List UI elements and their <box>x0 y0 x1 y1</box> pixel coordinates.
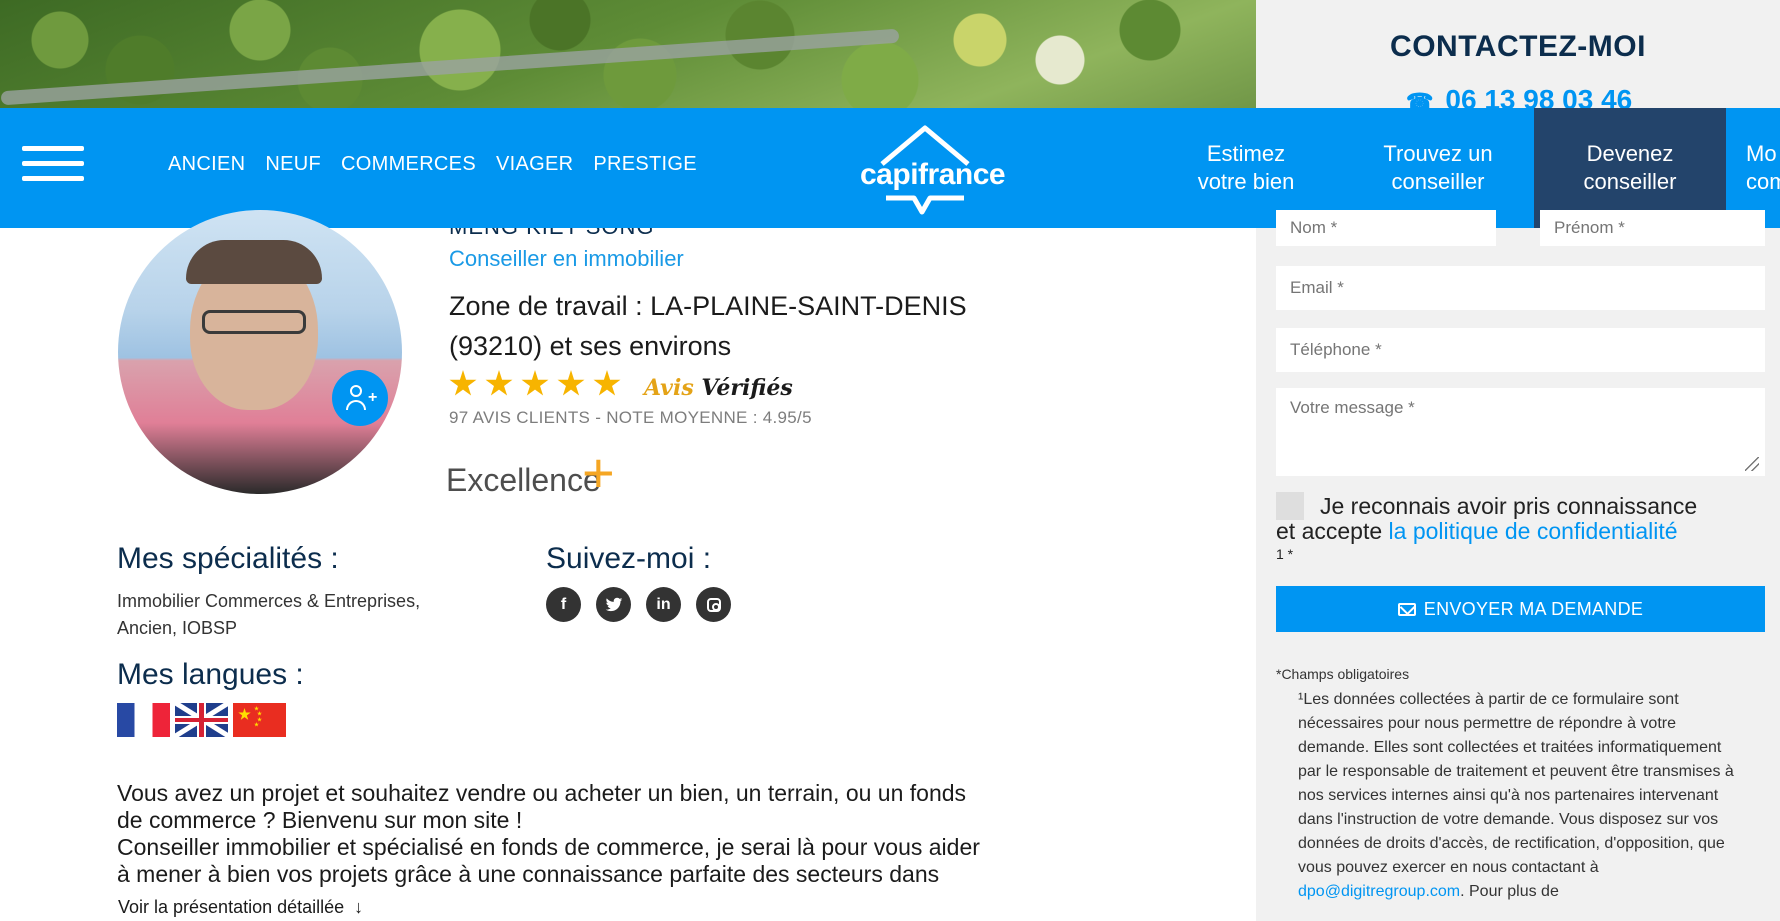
star-icon <box>593 370 621 396</box>
china-flag-icon <box>233 703 286 737</box>
intro-text: Vous avez un projet et souhaitez vendre … <box>117 780 980 887</box>
uk-flag-icon <box>175 703 228 737</box>
advisor-role: Conseiller en immobilier <box>449 246 684 271</box>
nav-link-viager[interactable]: VIAGER <box>496 153 573 176</box>
hamburger-menu-icon[interactable] <box>22 146 84 186</box>
nav-links: ANCIEN NEUF COMMERCES VIAGER PRESTIGE <box>168 153 697 176</box>
france-flag-icon <box>117 703 170 737</box>
star-icon <box>485 370 513 396</box>
star-icon <box>449 370 477 396</box>
verified-reviews-logo[interactable]: Avis Vérifiés <box>644 375 793 401</box>
star-icon <box>521 370 549 396</box>
phone-field[interactable] <box>1276 328 1765 372</box>
specialties-title: Mes spécialités : <box>117 542 339 575</box>
contact-title: CONTACTEZ-MOI <box>1390 30 1646 63</box>
consent-text: Je reconnais avoir pris connaissance <box>1320 493 1698 519</box>
resize-handle-icon[interactable] <box>1745 457 1759 471</box>
privacy-policy-link[interactable]: la politique de confidentialité <box>1389 518 1678 544</box>
social-links: f in <box>546 587 731 622</box>
facebook-icon[interactable]: f <box>546 587 581 622</box>
instagram-icon[interactable] <box>696 587 731 622</box>
follow-title: Suivez-moi : <box>546 542 712 575</box>
send-request-button[interactable]: ENVOYER MA DEMANDE <box>1276 586 1765 632</box>
send-request-label: ENVOYER MA DEMANDE <box>1423 598 1644 619</box>
work-zone: Zone de travail : LA-PLAINE-SAINT-DENIS … <box>449 291 967 361</box>
mandatory-note: *Champs obligatoires <box>1276 666 1410 682</box>
envelope-icon <box>1397 602 1416 616</box>
add-contact-icon[interactable]: + <box>332 370 388 426</box>
hero-road <box>0 28 900 106</box>
consent-checkbox[interactable] <box>1276 492 1304 520</box>
advisor-name: MENG KIET SONG <box>449 228 749 238</box>
consent-required-mark: 1 * <box>1276 546 1294 562</box>
prenom-field[interactable] <box>1540 210 1765 246</box>
advisor-avatar <box>118 210 402 494</box>
legal-notice: ¹Les données collectées à partir de ce f… <box>1298 691 1734 900</box>
language-flags <box>117 703 286 737</box>
nav-link-ancien[interactable]: ANCIEN <box>168 153 245 176</box>
dpo-email-link[interactable]: dpo@digitregroup.com <box>1298 883 1460 900</box>
rating-stars <box>449 370 621 398</box>
arrow-down-icon: ↓ <box>354 897 364 917</box>
languages-title: Mes langues : <box>117 658 304 691</box>
logo-text: capifrance <box>860 158 1006 191</box>
star-icon <box>557 370 585 396</box>
nom-field[interactable] <box>1276 210 1496 246</box>
linkedin-icon[interactable]: in <box>646 587 681 622</box>
detailed-presentation-link[interactable]: Voir la présentation détaillée ↓ <box>118 897 363 918</box>
nav-link-neuf[interactable]: NEUF <box>265 153 321 176</box>
nav-link-commerces[interactable]: COMMERCES <box>341 153 476 176</box>
excellence-badge: Excellence + <box>446 441 615 504</box>
email-field[interactable] <box>1276 266 1765 310</box>
twitter-icon[interactable] <box>596 587 631 622</box>
nav-link-prestige[interactable]: PRESTIGE <box>593 153 697 176</box>
capifrance-logo[interactable]: capifrance <box>860 120 1006 216</box>
consent-text-2: et accepte la politique de confidentiali… <box>1276 518 1678 544</box>
message-field[interactable] <box>1276 388 1765 476</box>
reviews-summary[interactable]: 97 AVIS CLIENTS - NOTE MOYENNE : 4.95/5 <box>449 408 812 428</box>
specialties-text: Immobilier Commerces & Entreprises, Anci… <box>117 591 421 638</box>
